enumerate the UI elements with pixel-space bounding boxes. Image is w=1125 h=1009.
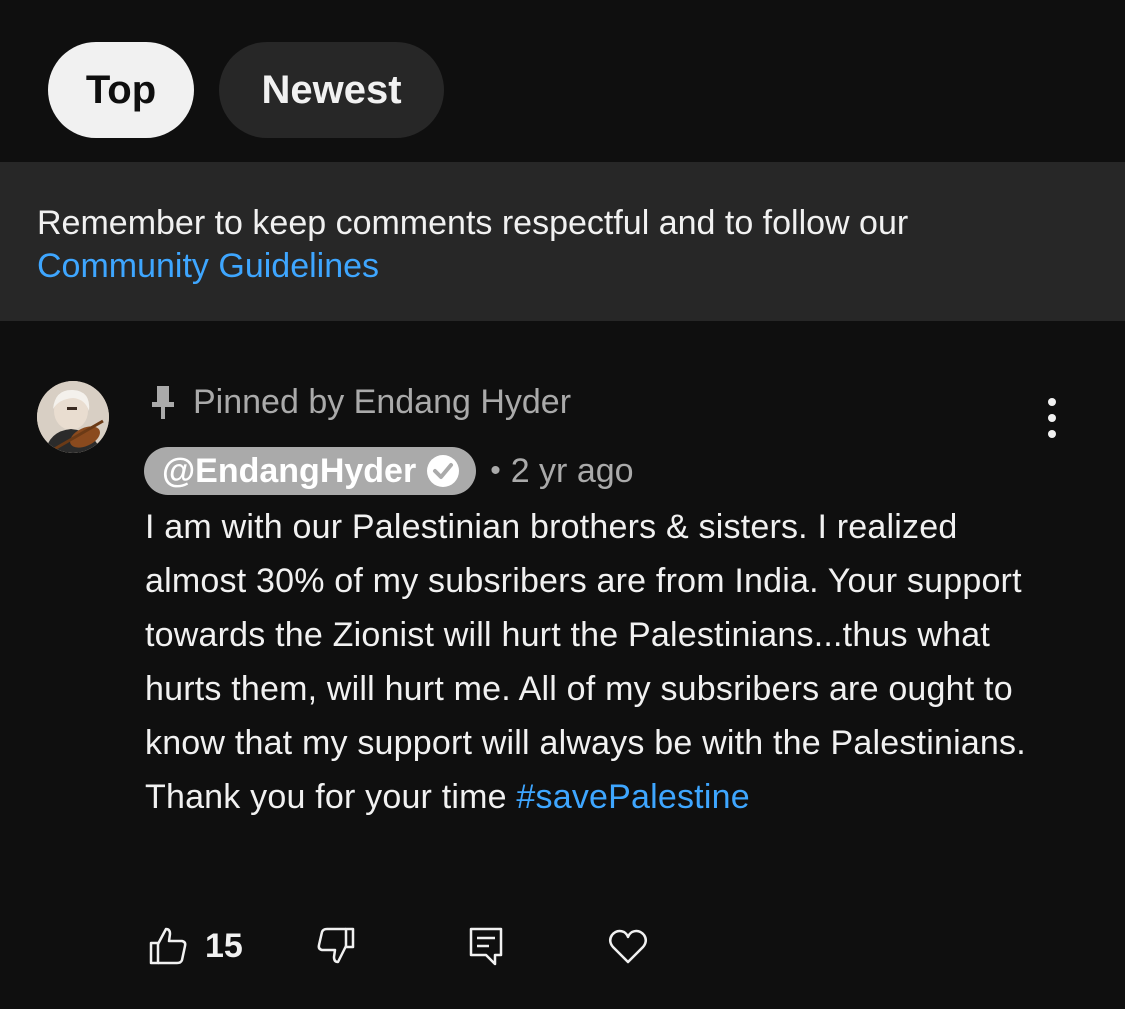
comment-text: I am with our Palestinian brothers & sis…	[145, 508, 1026, 816]
avatar-image	[37, 381, 109, 453]
dislike-button[interactable]	[315, 918, 357, 974]
pin-icon	[152, 386, 174, 419]
comment-header: @EndangHyder • 2 yr ago	[144, 447, 634, 495]
like-button[interactable]: 15	[147, 918, 243, 974]
heart-icon	[609, 929, 647, 964]
pinned-label: Pinned by Endang Hyder	[148, 380, 571, 424]
thumbs-down-icon	[317, 927, 355, 964]
pinned-text: Pinned by Endang Hyder	[193, 382, 572, 421]
heart-button[interactable]	[607, 918, 649, 974]
thumbs-up-icon	[149, 927, 187, 965]
sort-chips: Top Newest	[48, 42, 444, 138]
more-options-button[interactable]	[1032, 396, 1072, 440]
more-vertical-icon	[1048, 398, 1056, 438]
sort-chip-newest[interactable]: Newest	[219, 42, 444, 138]
author-handle: @EndangHyder	[162, 451, 417, 490]
verified-check-icon	[427, 455, 460, 487]
community-guidelines-notice: Remember to keep comments respectful and…	[0, 162, 1125, 321]
avatar[interactable]	[37, 381, 109, 453]
reply-comment-icon	[469, 927, 503, 966]
notice-text: Remember to keep comments respectful and…	[37, 204, 909, 242]
author-handle-chip[interactable]: @EndangHyder	[144, 447, 477, 495]
community-guidelines-link[interactable]: Community Guidelines	[37, 245, 1088, 288]
comment-body: I am with our Palestinian brothers & sis…	[145, 500, 1045, 824]
hashtag-link[interactable]: #savePalestine	[516, 778, 749, 816]
reply-button[interactable]	[465, 918, 507, 974]
like-count: 15	[205, 926, 243, 965]
sort-chip-top[interactable]: Top	[48, 42, 194, 138]
comment-timestamp: 2 yr ago	[510, 451, 634, 490]
separator-dot: •	[490, 454, 501, 487]
